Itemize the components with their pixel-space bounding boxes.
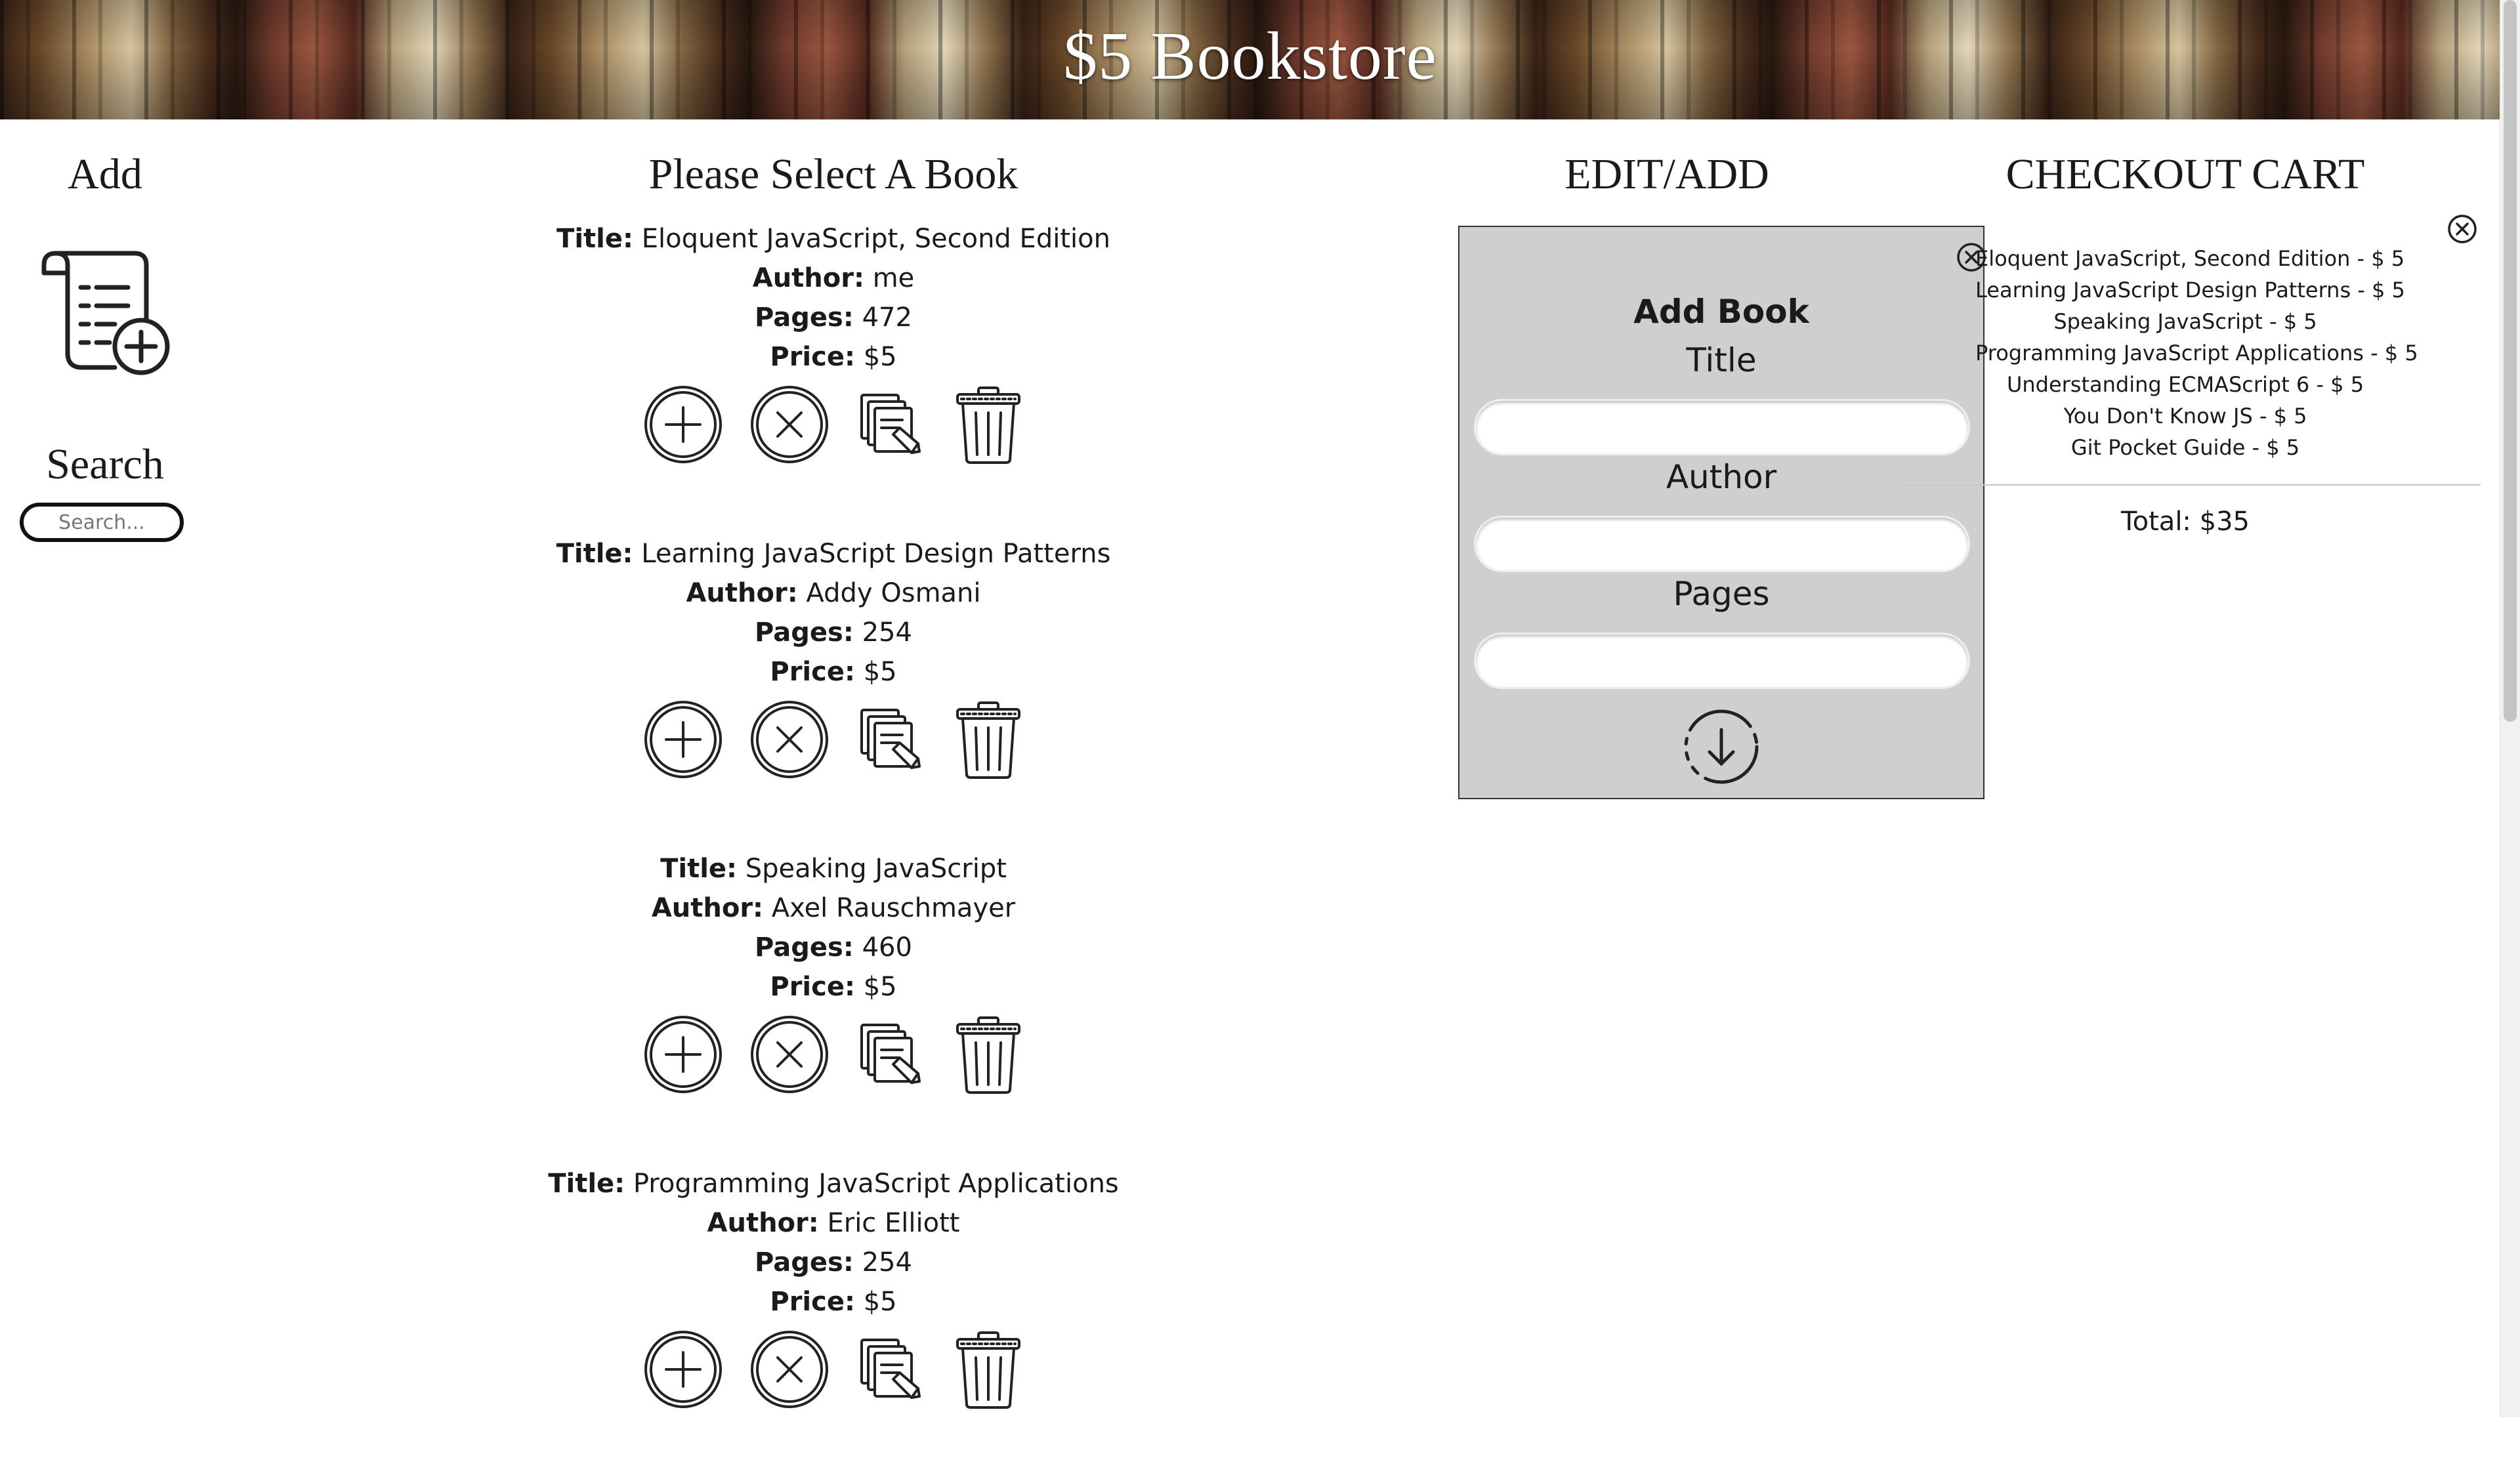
- price-label: Price:: [770, 342, 855, 372]
- submit-download-icon[interactable]: [1681, 706, 1762, 790]
- author-field-label: Author: [1666, 458, 1777, 496]
- add-to-cart-icon[interactable]: [642, 1329, 724, 1410]
- author-field[interactable]: [1474, 516, 1970, 572]
- pages-field[interactable]: [1474, 633, 1970, 689]
- cart-item: Speaking JavaScript - $ 5: [2053, 309, 2317, 334]
- add-to-cart-icon[interactable]: [642, 384, 724, 465]
- scrollbar-thumb[interactable]: [2504, 0, 2517, 722]
- cart-total: Total: $35: [2121, 507, 2250, 537]
- book-title: Eloquent JavaScript, Second Edition: [641, 224, 1110, 254]
- edit-icon[interactable]: [855, 388, 927, 461]
- remove-from-cart-icon[interactable]: [749, 384, 830, 465]
- scrollbar[interactable]: [2500, 0, 2520, 1417]
- book-price: $5: [863, 1287, 897, 1317]
- book-pages: 254: [862, 617, 912, 648]
- book-item: Title: Eloquent JavaScript, Second Editi…: [505, 219, 1162, 534]
- cart-list: Eloquent JavaScript, Second Edition - $ …: [1975, 243, 2418, 463]
- author-label: Author:: [651, 893, 764, 923]
- add-book-panel: Add Book Title Author Pages: [1458, 226, 1986, 799]
- search-input[interactable]: [20, 503, 184, 542]
- price-label: Price:: [770, 657, 855, 687]
- book-actions: [505, 1327, 1162, 1412]
- header-banner: $5 Bookstore: [0, 0, 2500, 119]
- title-label: Title:: [556, 539, 633, 569]
- book-title: Learning JavaScript Design Patterns: [641, 539, 1111, 569]
- book-pages: 254: [862, 1247, 912, 1278]
- pages-field-label: Pages: [1673, 575, 1770, 613]
- pages-label: Pages:: [755, 302, 854, 333]
- title-field-label: Title: [1686, 341, 1757, 379]
- cart-item: Learning JavaScript Design Patterns - $ …: [1975, 278, 2405, 302]
- remove-from-cart-icon[interactable]: [749, 699, 830, 780]
- search-heading: Search: [46, 440, 164, 488]
- remove-from-cart-icon[interactable]: [749, 1014, 830, 1095]
- book-author: Axel Rauschmayer: [771, 893, 1016, 923]
- edit-add-heading: EDIT/ADD: [1564, 150, 1769, 198]
- book-actions: [505, 382, 1162, 467]
- panel-title: Add Book: [1633, 293, 1809, 331]
- title-label: Title:: [548, 1169, 625, 1199]
- book-actions: [505, 1012, 1162, 1097]
- book-price: $5: [863, 657, 897, 687]
- add-book-icon[interactable]: [36, 241, 174, 379]
- book-pages: 460: [862, 932, 912, 963]
- book-actions: [505, 697, 1162, 782]
- site-title: $5 Bookstore: [1063, 18, 1437, 94]
- author-label: Author:: [686, 578, 798, 608]
- add-to-cart-icon[interactable]: [642, 1014, 724, 1095]
- add-to-cart-icon[interactable]: [642, 699, 724, 780]
- cart-divider: [1897, 484, 2481, 486]
- cart-item: Programming JavaScript Applications - $ …: [1975, 341, 2418, 365]
- book-author: me: [872, 263, 915, 293]
- title-field[interactable]: [1474, 399, 1970, 455]
- price-label: Price:: [770, 972, 855, 1002]
- book-author: Eric Elliott: [827, 1208, 960, 1238]
- pages-label: Pages:: [755, 617, 854, 648]
- cart-item: Eloquent JavaScript, Second Edition - $ …: [1975, 246, 2405, 271]
- book-pages: 472: [862, 302, 912, 333]
- add-heading: Add: [68, 150, 142, 198]
- author-label: Author:: [752, 263, 864, 293]
- trash-icon[interactable]: [952, 1014, 1024, 1095]
- book-author: Addy Osmani: [806, 578, 981, 608]
- cart-item: Git Pocket Guide - $ 5: [2070, 435, 2300, 460]
- book-item: Title: Programming JavaScript Applicatio…: [505, 1164, 1162, 1479]
- cart-heading: CHECKOUT CART: [2006, 150, 2365, 198]
- trash-icon[interactable]: [952, 384, 1024, 465]
- books-heading: Please Select A Book: [648, 150, 1018, 198]
- book-price: $5: [863, 972, 897, 1002]
- title-label: Title:: [556, 224, 633, 254]
- edit-icon[interactable]: [855, 1333, 927, 1406]
- cart-close-icon[interactable]: [2446, 213, 2478, 247]
- book-title: Programming JavaScript Applications: [633, 1169, 1119, 1199]
- pages-label: Pages:: [755, 932, 854, 963]
- cart-item: You Don't Know JS - $ 5: [2063, 404, 2307, 428]
- book-item: Title: Learning JavaScript Design Patter…: [505, 534, 1162, 849]
- edit-icon[interactable]: [855, 703, 927, 776]
- book-price: $5: [863, 342, 897, 372]
- cart-item: Understanding ECMAScript 6 - $ 5: [2006, 372, 2364, 397]
- title-label: Title:: [660, 854, 738, 884]
- price-label: Price:: [770, 1287, 855, 1317]
- edit-icon[interactable]: [855, 1018, 927, 1091]
- book-title: Speaking JavaScript: [745, 854, 1007, 884]
- book-item: Title: Speaking JavaScript Author: Axel …: [505, 849, 1162, 1164]
- author-label: Author:: [707, 1208, 819, 1238]
- remove-from-cart-icon[interactable]: [749, 1329, 830, 1410]
- trash-icon[interactable]: [952, 699, 1024, 780]
- pages-label: Pages:: [755, 1247, 854, 1278]
- trash-icon[interactable]: [952, 1329, 1024, 1410]
